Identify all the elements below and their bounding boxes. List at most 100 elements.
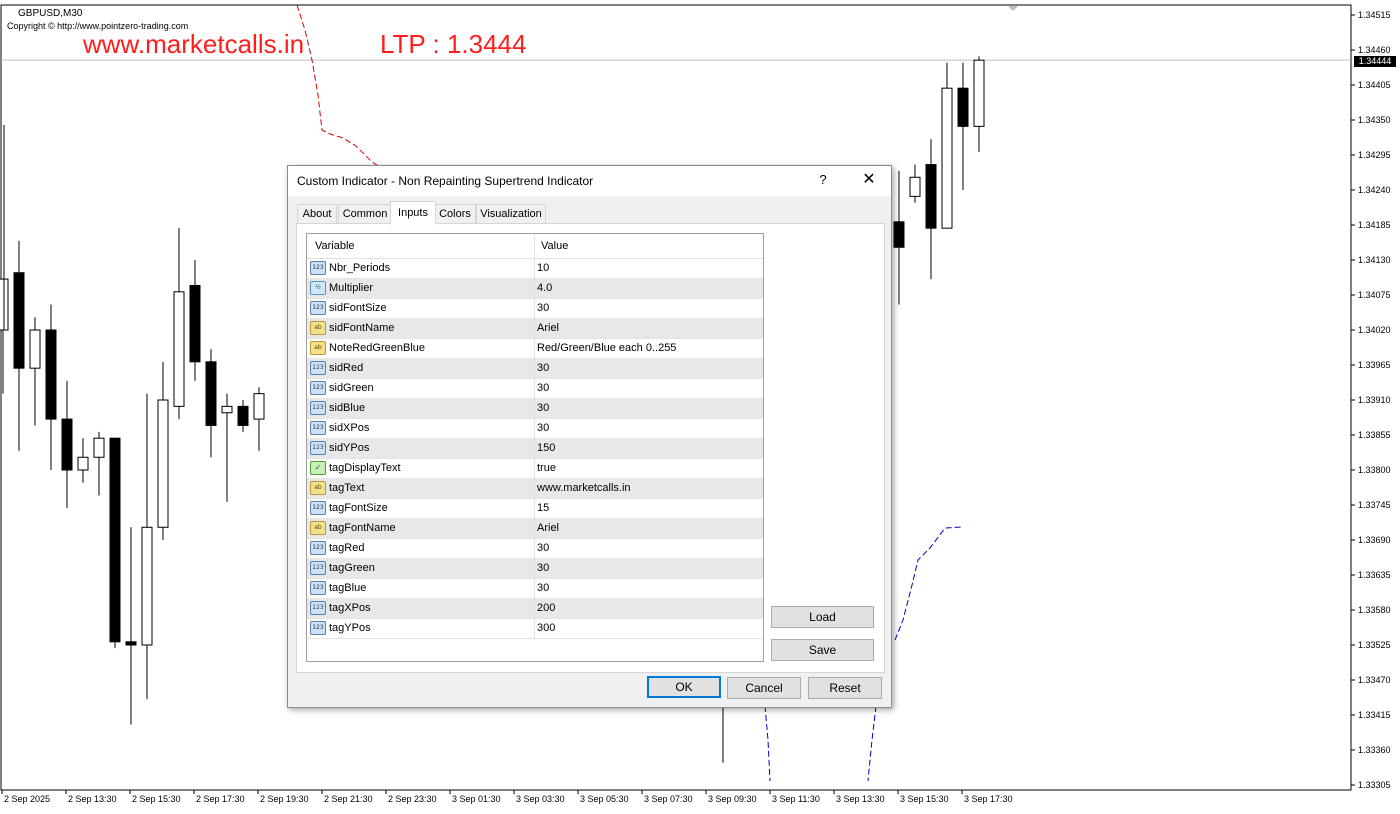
variable-value[interactable]: 30 <box>537 362 549 374</box>
ok-button[interactable]: OK <box>647 676 721 698</box>
tab-colors[interactable]: Colors <box>434 204 476 224</box>
supertrend-up-line <box>867 705 877 782</box>
price-tick-label: 1.34020 <box>1358 325 1391 335</box>
variable-value[interactable]: 30 <box>537 582 549 594</box>
cell-separator <box>534 518 535 538</box>
column-header-value[interactable]: Value <box>541 240 568 252</box>
cell-separator <box>534 258 535 278</box>
supertrend-up-line <box>894 526 963 641</box>
int-type-icon: 123 <box>310 441 326 455</box>
price-tick-label: 1.34295 <box>1358 150 1391 160</box>
table-row[interactable]: ab tagText www.marketcalls.in <box>307 478 763 499</box>
int-type-icon: 123 <box>310 621 326 635</box>
table-row[interactable]: ab tagFontName Ariel <box>307 518 763 539</box>
variable-value[interactable]: true <box>537 462 556 474</box>
variable-value[interactable]: 30 <box>537 402 549 414</box>
variable-value[interactable]: 15 <box>537 502 549 514</box>
variable-value[interactable]: www.marketcalls.in <box>537 482 631 494</box>
variable-value[interactable]: 10 <box>537 262 549 274</box>
bear-candle <box>893 221 905 248</box>
close-button[interactable]: ✕ <box>854 169 884 191</box>
tab-visualization[interactable]: Visualization <box>476 204 546 224</box>
bear-candle <box>189 284 201 363</box>
tab-common[interactable]: Common <box>338 204 392 224</box>
table-row[interactable]: 123 sidGreen 30 <box>307 378 763 399</box>
variable-value[interactable]: 30 <box>537 422 549 434</box>
cell-separator <box>534 558 535 578</box>
bull-candle <box>77 456 89 471</box>
current-price-marker: 1.34444 <box>1354 56 1396 67</box>
variable-value[interactable]: 30 <box>537 302 549 314</box>
variable-value[interactable]: Ariel <box>537 522 559 534</box>
int-type-icon: 123 <box>310 361 326 375</box>
tab-inputs[interactable]: Inputs <box>390 201 436 225</box>
price-tick-label: 1.34240 <box>1358 185 1391 195</box>
cell-separator <box>534 498 535 518</box>
cell-separator <box>534 398 535 418</box>
table-row[interactable]: 123 sidRed 30 <box>307 358 763 379</box>
bear-candle <box>205 361 217 426</box>
table-row[interactable]: 123 Nbr_Periods 10 <box>307 258 763 279</box>
help-button[interactable]: ? <box>808 169 838 191</box>
time-tick-label: 2 Sep 15:30 <box>132 794 181 804</box>
cell-separator <box>534 458 535 478</box>
table-row[interactable]: 123 sidFontSize 30 <box>307 298 763 319</box>
variable-value[interactable]: 30 <box>537 562 549 574</box>
save-button[interactable]: Save <box>771 639 874 661</box>
variable-value[interactable]: 200 <box>537 602 555 614</box>
variable-name: sidFontName <box>329 322 395 334</box>
int-type-icon: 123 <box>310 501 326 515</box>
time-tick-label: 2 Sep 17:30 <box>196 794 245 804</box>
variable-value[interactable]: 4.0 <box>537 282 552 294</box>
bear-candle <box>61 418 73 471</box>
cancel-button[interactable]: Cancel <box>727 677 801 699</box>
bull-candle <box>909 176 921 197</box>
table-row[interactable]: 123 sidXPos 30 <box>307 418 763 439</box>
table-row[interactable]: ab sidFontName Ariel <box>307 318 763 339</box>
reset-button[interactable]: Reset <box>808 677 882 699</box>
cell-separator <box>534 618 535 638</box>
table-row[interactable]: ✓ tagDisplayText true <box>307 458 763 479</box>
variable-value[interactable]: 30 <box>537 382 549 394</box>
int-type-icon: 123 <box>310 381 326 395</box>
time-tick-label: 3 Sep 13:30 <box>836 794 885 804</box>
time-tick-label: 3 Sep 09:30 <box>708 794 757 804</box>
variable-name: tagDisplayText <box>329 462 401 474</box>
table-row[interactable]: 123 tagYPos 300 <box>307 618 763 639</box>
table-row[interactable]: 123 tagRed 30 <box>307 538 763 559</box>
supertrend-down-line <box>296 4 386 171</box>
bull-candle <box>941 87 953 229</box>
table-row[interactable]: 123 tagXPos 200 <box>307 598 763 619</box>
table-row[interactable]: 123 tagGreen 30 <box>307 558 763 579</box>
cell-separator <box>534 598 535 618</box>
tab-about[interactable]: About <box>297 204 337 224</box>
table-row[interactable]: 123 tagBlue 30 <box>307 578 763 599</box>
price-tick-label: 1.34405 <box>1358 80 1391 90</box>
table-row[interactable]: 123 sidBlue 30 <box>307 398 763 419</box>
table-row[interactable]: ab NoteRedGreenBlue Red/Green/Blue each 0.… <box>307 338 763 359</box>
load-button[interactable]: Load <box>771 606 874 628</box>
cell-separator <box>534 358 535 378</box>
cell-separator <box>534 338 535 358</box>
variable-value[interactable]: Red/Green/Blue each 0..255 <box>537 342 676 354</box>
dialog-titlebar[interactable]: Custom Indicator - Non Repainting Supert… <box>288 166 891 196</box>
variable-value[interactable]: 30 <box>537 542 549 554</box>
variable-value[interactable]: Ariel <box>537 322 559 334</box>
table-row[interactable]: 123 tagFontSize 15 <box>307 498 763 519</box>
bear-candle <box>237 405 249 426</box>
variable-name: NoteRedGreenBlue <box>329 342 426 354</box>
table-row[interactable]: ½ Multiplier 4.0 <box>307 278 763 299</box>
variable-value[interactable]: 150 <box>537 442 555 454</box>
table-row[interactable]: 123 sidYPos 150 <box>307 438 763 459</box>
column-header-variable[interactable]: Variable <box>315 240 355 252</box>
time-tick-label: 3 Sep 01:30 <box>452 794 501 804</box>
price-tick-label: 1.34130 <box>1358 255 1391 265</box>
price-tick-label: 1.33415 <box>1358 710 1391 720</box>
int-type-icon: 123 <box>310 421 326 435</box>
price-tick-label: 1.33855 <box>1358 430 1391 440</box>
variable-name: tagGreen <box>329 562 375 574</box>
shift-marker <box>1008 6 1018 11</box>
variable-value[interactable]: 300 <box>537 622 555 634</box>
cell-separator <box>534 438 535 458</box>
price-tick-label: 1.33525 <box>1358 640 1391 650</box>
